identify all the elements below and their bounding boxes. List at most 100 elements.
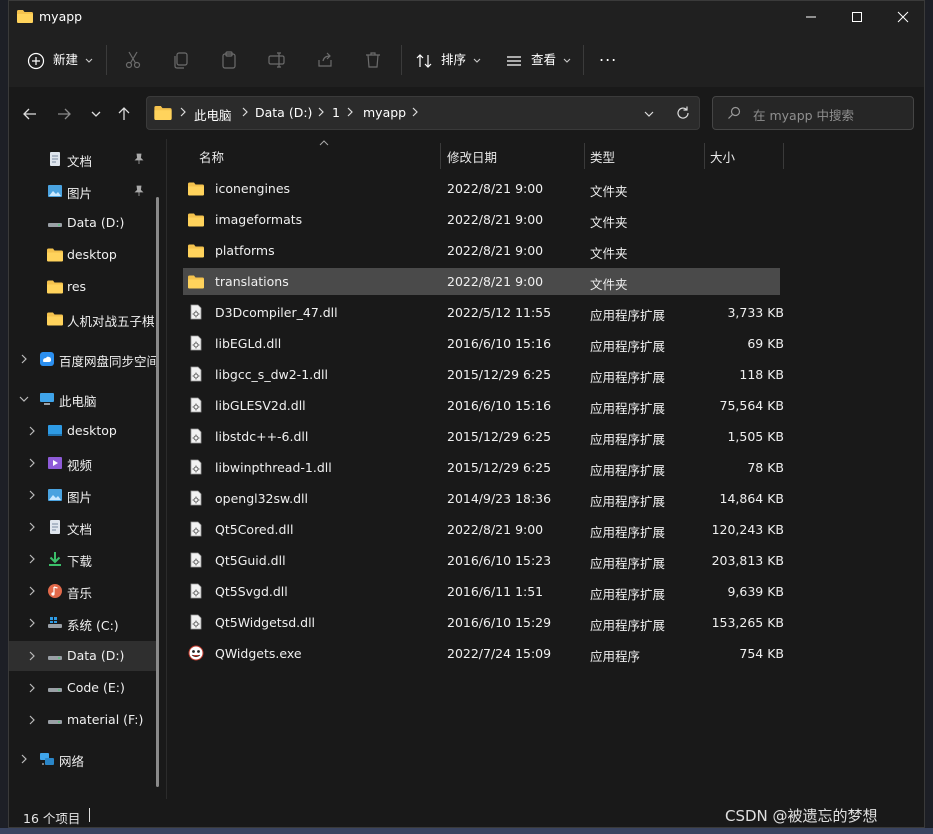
file-type: 应用程序 [590, 649, 641, 664]
sidebar-item-desktop[interactable]: desktop [9, 416, 157, 446]
sidebar-item-gomoku[interactable]: 人机对战五子棋 [9, 304, 157, 334]
minimize-button[interactable] [788, 1, 834, 33]
file-row[interactable]: libGLESV2d.dll 2016/6/10 15:16 应用程序扩展 75,56… [183, 392, 784, 419]
file-row[interactable]: libwinpthread-1.dll 2015/12/29 6:25 应用程序扩展… [183, 454, 784, 481]
column-divider[interactable] [584, 143, 585, 169]
maximize-button[interactable] [834, 1, 880, 33]
rename-icon[interactable] [267, 50, 287, 70]
column-header-type[interactable]: 类型 [590, 147, 615, 166]
view-button[interactable]: 查看 [505, 47, 572, 73]
file-row[interactable]: libgcc_s_dw2-1.dll 2015/12/29 6:25 应用程序扩展 1… [183, 361, 784, 388]
column-header-size[interactable]: 大小 [710, 147, 735, 166]
breadcrumb-folder-1[interactable]: 1 [332, 105, 340, 120]
more-options-button[interactable]: ... [599, 43, 617, 69]
cut-icon[interactable] [123, 50, 143, 70]
file-row[interactable]: Qt5Svgd.dll 2016/6/11 1:51 应用程序扩展 9,639 KB [183, 578, 784, 605]
column-divider[interactable] [783, 143, 784, 169]
chevron-right-icon[interactable] [27, 457, 37, 469]
chevron-right-icon[interactable] [27, 553, 37, 565]
sidebar-item-this-pc[interactable]: 此电脑 [9, 384, 157, 414]
chevron-down-icon[interactable] [643, 109, 655, 119]
sidebar-item-videos[interactable]: 视频 [9, 448, 157, 478]
sidebar-item-documents-pinned[interactable]: 文档 [9, 144, 157, 174]
chevron-right-icon [180, 107, 186, 117]
chevron-right-icon[interactable] [27, 682, 37, 694]
file-size: 9,639 KB [727, 584, 784, 599]
file-row[interactable]: Qt5Widgetsd.dll 2016/6/10 15:29 应用程序扩展 153,… [183, 609, 784, 636]
sidebar-item-pictures-pinned[interactable]: 图片 [9, 176, 157, 206]
file-row[interactable]: opengl32sw.dll 2014/9/23 18:36 应用程序扩展 14,86… [183, 485, 784, 512]
sidebar-item-label: 视频 [67, 458, 93, 473]
dll-file-icon [190, 583, 202, 599]
chevron-right-icon[interactable] [27, 521, 37, 533]
file-row[interactable]: translations 2022/8/21 9:00 文件夹 [183, 268, 780, 295]
file-type: 应用程序扩展 [590, 432, 666, 447]
sidebar-item-data-drive-pinned[interactable]: Data (D:) [9, 208, 157, 238]
drive-icon [48, 656, 62, 660]
sidebar-item-desktop-folder[interactable]: desktop [9, 240, 157, 270]
column-header-name[interactable]: 名称 [199, 147, 224, 166]
search-box[interactable]: 在 myapp 中搜索 [712, 96, 914, 130]
pin-icon[interactable] [133, 185, 145, 197]
column-divider[interactable] [704, 143, 705, 169]
forward-button[interactable] [53, 102, 75, 124]
sidebar-item-data-d[interactable]: Data (D:) [9, 641, 157, 671]
breadcrumb-myapp[interactable]: myapp [363, 105, 406, 120]
plus-circle-icon [27, 52, 45, 69]
sidebar-item-network[interactable]: 网络 [9, 744, 157, 774]
chevron-down-icon[interactable] [19, 393, 29, 405]
file-row[interactable]: Qt5Guid.dll 2016/6/10 15:23 应用程序扩展 203,813 … [183, 547, 784, 574]
sidebar-item-pictures[interactable]: 图片 [9, 480, 157, 510]
pane-divider[interactable] [166, 139, 167, 803]
column-header-date[interactable]: 修改日期 [447, 147, 497, 166]
refresh-icon[interactable] [675, 105, 691, 121]
sidebar-item-label: 下载 [67, 554, 93, 569]
file-row[interactable]: libEGLd.dll 2016/6/10 15:16 应用程序扩展 69 KB [183, 330, 784, 357]
copy-icon[interactable] [171, 50, 191, 70]
file-row[interactable]: iconengines 2022/8/21 9:00 文件夹 [183, 175, 780, 202]
address-bar[interactable]: 此电脑 Data (D:) 1 myapp [146, 96, 700, 130]
chevron-right-icon[interactable] [27, 714, 37, 726]
new-button[interactable]: 新建 [27, 47, 94, 73]
view-lines-icon [507, 55, 521, 66]
up-button[interactable] [113, 102, 135, 124]
file-name: translations [215, 274, 289, 289]
chevron-right-icon[interactable] [27, 489, 37, 501]
column-divider[interactable] [440, 143, 441, 169]
file-row[interactable]: D3Dcompiler_47.dll 2022/5/12 11:55 应用程序扩展 3… [183, 299, 784, 326]
sidebar-item-system-c[interactable]: 系统 (C:) [9, 608, 157, 638]
delete-icon[interactable] [363, 50, 383, 70]
back-button[interactable] [19, 102, 41, 124]
file-row[interactable]: libstdc++-6.dll 2015/12/29 6:25 应用程序扩展 1,50… [183, 423, 784, 450]
share-icon[interactable] [315, 50, 335, 70]
sidebar-item-code-e[interactable]: Code (E:) [9, 673, 157, 703]
sidebar-item-downloads[interactable]: 下载 [9, 544, 157, 574]
file-type: 应用程序扩展 [590, 463, 666, 478]
chevron-right-icon[interactable] [19, 753, 29, 765]
sidebar-item-documents[interactable]: 文档 [9, 512, 157, 542]
file-size: 3,733 KB [727, 305, 784, 320]
chevron-right-icon[interactable] [19, 353, 29, 365]
sidebar-item-label: material (F:) [67, 712, 144, 727]
sidebar-item-music[interactable]: 音乐 [9, 576, 157, 606]
breadcrumb-data-drive[interactable]: Data (D:) [255, 105, 312, 120]
file-row[interactable]: imageformats 2022/8/21 9:00 文件夹 [183, 206, 780, 233]
close-button[interactable] [880, 1, 924, 33]
chevron-right-icon[interactable] [27, 650, 37, 662]
breadcrumb-this-pc[interactable]: 此电脑 [194, 105, 232, 124]
paste-icon[interactable] [219, 50, 239, 70]
sidebar-item-res[interactable]: res [9, 272, 157, 302]
file-row[interactable]: platforms 2022/8/21 9:00 文件夹 [183, 237, 780, 264]
chevron-right-icon[interactable] [27, 425, 37, 437]
chevron-right-icon[interactable] [27, 585, 37, 597]
sort-button[interactable]: 排序 [415, 47, 482, 73]
file-row[interactable]: Qt5Cored.dll 2022/8/21 9:00 应用程序扩展 120,243 … [183, 516, 784, 543]
sidebar-item-material-f[interactable]: material (F:) [9, 705, 157, 735]
sidebar-item-baidu-netdisk[interactable]: 百度网盘同步空间 [9, 344, 157, 374]
sidebar-scrollbar[interactable] [156, 197, 159, 787]
file-row[interactable]: QWidgets.exe 2022/7/24 15:09 应用程序 754 KB [183, 640, 784, 667]
chevron-right-icon[interactable] [27, 617, 37, 629]
recent-locations-button[interactable] [85, 102, 107, 124]
pin-icon[interactable] [133, 153, 145, 165]
chevron-down-icon [563, 58, 571, 63]
